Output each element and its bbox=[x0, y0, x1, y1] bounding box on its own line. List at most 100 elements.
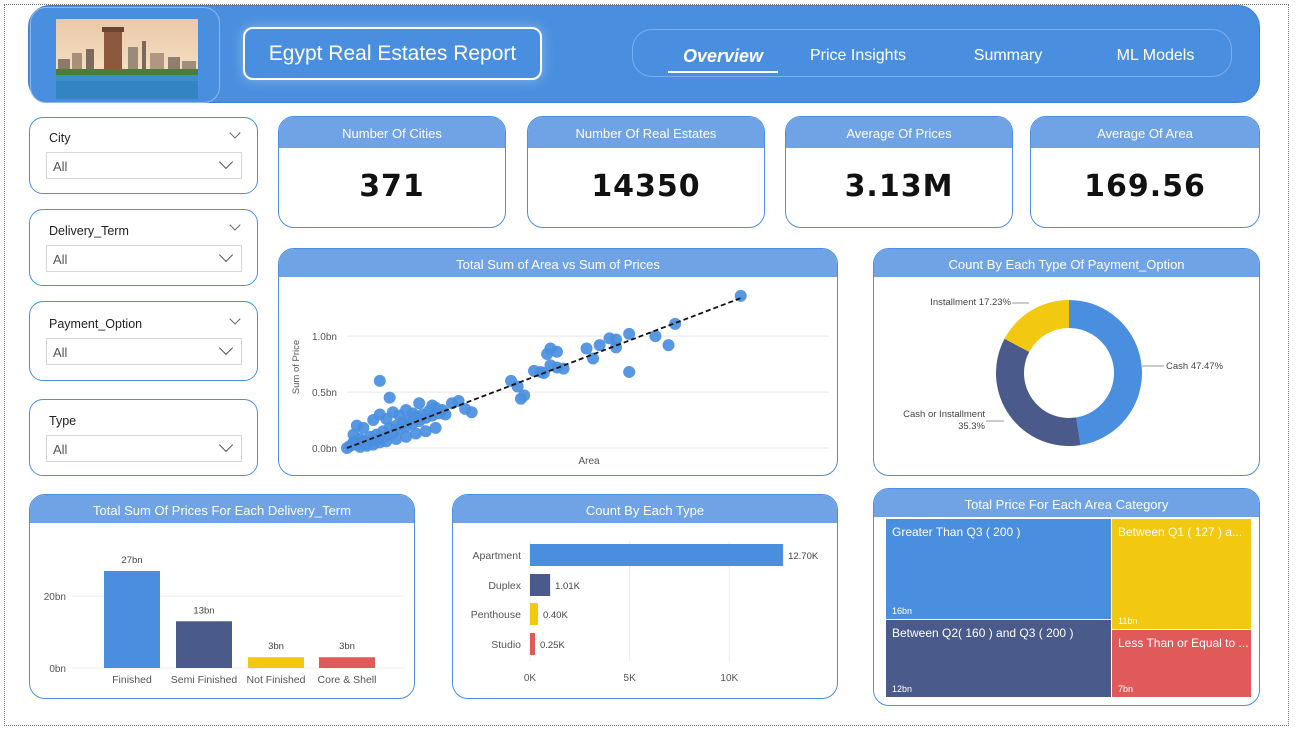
dropdown-value: All bbox=[53, 252, 68, 267]
treemap-label: Less Than or Equal to ... bbox=[1118, 636, 1249, 650]
scatter-point[interactable] bbox=[465, 406, 478, 419]
city-logo-image bbox=[30, 7, 220, 103]
bar[interactable] bbox=[530, 633, 535, 655]
chart-title: Total Sum of Area vs Sum of Prices bbox=[279, 249, 837, 277]
x-axis-label: Area bbox=[578, 456, 600, 467]
bar[interactable] bbox=[319, 657, 375, 668]
dropdown-value: All bbox=[53, 442, 68, 457]
y-tick-label: Penthouse bbox=[471, 609, 521, 621]
x-tick-label: Semi Finished bbox=[171, 674, 238, 686]
bar[interactable] bbox=[248, 657, 304, 668]
y-tick-label: 20bn bbox=[44, 592, 66, 603]
scatter-chart: 0.0bn 0.5bn 1.0bn Sum of Price Area bbox=[291, 289, 829, 467]
slice-label: Cash 47.47% bbox=[1166, 361, 1224, 372]
slice-label: Cash or Installment bbox=[903, 409, 985, 420]
treemap-value: 16bn bbox=[892, 606, 913, 616]
x-tick-label: 5K bbox=[624, 673, 637, 684]
y-axis-label: Sum of Price bbox=[291, 340, 302, 394]
tab-active-indicator bbox=[668, 71, 778, 73]
y-tick-label: 0bn bbox=[49, 664, 66, 675]
scatter-point[interactable] bbox=[413, 397, 426, 410]
treemap-label: Between Q2( 160 ) and Q3 ( 200 ) bbox=[892, 626, 1074, 640]
donut-chart: Cash 47.47% Cash or Installment35.3% Insta… bbox=[903, 297, 1224, 446]
scatter-point[interactable] bbox=[662, 339, 675, 352]
y-tick-label: 0.5bn bbox=[312, 388, 337, 399]
page-nav: Overview Price Insights Summary ML Model… bbox=[632, 29, 1232, 77]
tab-summary[interactable]: Summary bbox=[943, 30, 1073, 78]
scatter-point[interactable] bbox=[383, 391, 396, 404]
scatter-point[interactable] bbox=[518, 389, 531, 402]
treemap-label: Greater Than Q3 ( 200 ) bbox=[892, 525, 1021, 539]
scatter-point[interactable] bbox=[550, 345, 563, 358]
kpi-average-of-prices: Average Of Prices 3.13M bbox=[785, 116, 1013, 228]
y-tick-label: Apartment bbox=[473, 550, 522, 562]
scatter-point[interactable] bbox=[623, 365, 636, 378]
type-dropdown[interactable]: All bbox=[46, 435, 242, 462]
kpi-label: Number Of Real Estates bbox=[528, 117, 764, 148]
city-dropdown[interactable]: All bbox=[46, 152, 242, 179]
kpi-value: 169.56 bbox=[1084, 169, 1206, 204]
kpi-average-of-area: Average Of Area 169.56 bbox=[1030, 116, 1260, 228]
chevron-down-icon[interactable] bbox=[229, 219, 241, 231]
treemap-card: Total Price For Each Area Category Great… bbox=[873, 488, 1260, 706]
scatter-point[interactable] bbox=[587, 352, 600, 365]
chart-title: Count By Each Type bbox=[453, 495, 837, 523]
x-tick-label: Not Finished bbox=[247, 674, 306, 686]
data-label: 12.70K bbox=[788, 551, 819, 562]
city-slicer: City All bbox=[29, 117, 258, 194]
payment-option-slicer: Payment_Option All bbox=[29, 301, 258, 381]
data-label: 27bn bbox=[121, 555, 142, 566]
tab-price-insights[interactable]: Price Insights bbox=[793, 30, 923, 78]
treemap-cell[interactable]: Greater Than Q3 ( 200 ) 16bn bbox=[886, 519, 1111, 619]
slicer-label: City bbox=[49, 131, 71, 145]
delivery-term-dropdown[interactable]: All bbox=[46, 245, 242, 272]
chevron-down-icon[interactable] bbox=[229, 127, 241, 139]
dropdown-value: All bbox=[53, 159, 68, 174]
data-label: 3bn bbox=[268, 641, 284, 652]
scatter-point[interactable] bbox=[357, 421, 370, 434]
treemap-cell[interactable]: Between Q2( 160 ) and Q3 ( 200 ) 12bn bbox=[886, 620, 1111, 697]
treemap-value: 11bn bbox=[1118, 616, 1138, 626]
kpi-value: 3.13M bbox=[844, 169, 954, 204]
treemap-cell[interactable]: Less Than or Equal to ... 7bn bbox=[1112, 630, 1251, 697]
bar[interactable] bbox=[530, 574, 551, 596]
chevron-down-icon bbox=[218, 154, 234, 170]
y-tick-label: Duplex bbox=[488, 580, 521, 592]
bar[interactable] bbox=[530, 603, 538, 625]
y-tick-label: 0.0bn bbox=[312, 444, 337, 455]
slicer-label: Payment_Option bbox=[49, 317, 143, 331]
kpi-label: Number Of Cities bbox=[279, 117, 505, 148]
kpi-number-of-cities: Number Of Cities 371 bbox=[278, 116, 506, 228]
scatter-point[interactable] bbox=[373, 374, 386, 387]
scatter-point[interactable] bbox=[426, 399, 439, 412]
bar[interactable] bbox=[530, 544, 784, 566]
treemap-cell[interactable]: Between Q1 ( 127 ) a... 11bn bbox=[1112, 519, 1251, 629]
chart-title: Total Price For Each Area Category bbox=[874, 489, 1259, 517]
donut-slice[interactable] bbox=[996, 338, 1081, 446]
kpi-number-of-real-estates: Number Of Real Estates 14350 bbox=[527, 116, 765, 228]
donut-chart-card: Count By Each Type Of Payment_Option Cas… bbox=[873, 248, 1260, 476]
type-slicer: Type All bbox=[29, 399, 258, 476]
delivery-term-bar-chart: 0bn 20bn 27bn Finished 13bn Semi Finished 3bn N… bbox=[44, 555, 405, 686]
dropdown-value: All bbox=[53, 345, 68, 360]
bar[interactable] bbox=[104, 570, 160, 668]
chevron-down-icon[interactable] bbox=[229, 313, 241, 325]
payment-option-dropdown[interactable]: All bbox=[46, 338, 242, 365]
chevron-down-icon bbox=[218, 437, 234, 453]
data-label: 13bn bbox=[193, 605, 214, 616]
scatter-point[interactable] bbox=[580, 342, 593, 355]
donut-slice[interactable] bbox=[1069, 300, 1142, 446]
delivery-term-chart-card: Total Sum Of Prices For Each Delivery_Te… bbox=[29, 494, 415, 699]
kpi-value: 371 bbox=[359, 169, 425, 204]
scatter-point[interactable] bbox=[406, 407, 419, 420]
scatter-point[interactable] bbox=[429, 421, 442, 434]
slicer-label: Delivery_Term bbox=[49, 224, 129, 238]
scatter-point[interactable] bbox=[649, 330, 662, 343]
report-title: Egypt Real Estates Report bbox=[243, 27, 542, 80]
tab-ml-models[interactable]: ML Models bbox=[1093, 30, 1218, 78]
kpi-value: 14350 bbox=[591, 169, 701, 204]
data-label: 3bn bbox=[339, 641, 355, 652]
y-tick-label: 1.0bn bbox=[312, 332, 337, 343]
treemap-value: 12bn bbox=[892, 684, 913, 694]
bar[interactable] bbox=[176, 621, 232, 668]
